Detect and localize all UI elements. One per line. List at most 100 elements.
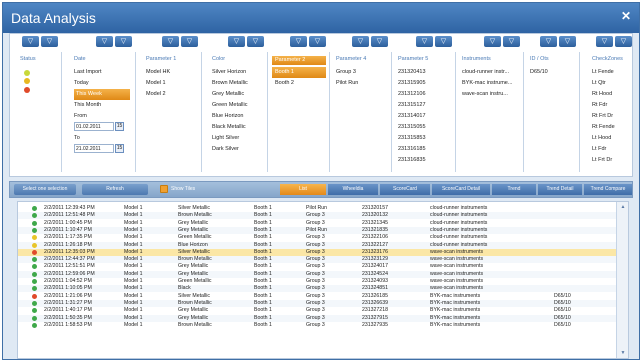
table-row[interactable]: 2/2/2011 1:21:06 PM Model 1 Silver Metalli… — [18, 293, 616, 300]
tab-trend-detail[interactable]: Trend Detail — [538, 184, 582, 195]
param1-item[interactable]: Model 2 — [146, 89, 170, 100]
table-row[interactable]: 2/2/2011 1:00:45 PM Model 1 Grey Metallic B… — [18, 220, 616, 227]
param5-item[interactable]: 231315905 — [398, 78, 426, 89]
param5-item[interactable]: 231314017 — [398, 111, 426, 122]
scroll-up-icon[interactable]: ▲ — [619, 204, 627, 210]
filter-select-icon[interactable]: ▽ — [540, 36, 557, 47]
color-item[interactable]: Blue Horizon — [212, 111, 248, 122]
table-row[interactable]: 2/2/2011 12:35:03 PM Model 1 Silver Metall… — [18, 248, 616, 256]
param2-item[interactable]: Booth 1 — [272, 67, 326, 78]
color-item[interactable]: Dark Silver — [212, 144, 248, 155]
checkzone-item[interactable]: Rt Fende — [592, 122, 615, 133]
vertical-scrollbar[interactable]: ▲ ▼ — [616, 202, 628, 358]
close-icon[interactable]: ✕ — [619, 9, 633, 23]
tab-scorecard[interactable]: ScoreCard — [380, 184, 430, 195]
param1-item[interactable]: Model 1 — [146, 78, 170, 89]
tab-trend[interactable]: Trend — [492, 184, 536, 195]
filter-funnel-icon[interactable]: ▽ — [41, 36, 58, 47]
param5-item[interactable]: 231312106 — [398, 89, 426, 100]
filter-funnel-icon[interactable]: ▽ — [247, 36, 264, 47]
instrument-item[interactable]: wave-scan instru... — [462, 89, 512, 100]
filter-funnel-icon[interactable]: ▽ — [309, 36, 326, 47]
tab-list[interactable]: List — [280, 184, 326, 195]
tab-scorecard-detail[interactable]: ScoreCard Detail — [432, 184, 490, 195]
filter-select-icon[interactable]: ▽ — [352, 36, 369, 47]
refresh-button[interactable]: Refresh — [82, 184, 148, 195]
checkzone-item[interactable]: Lt Fende — [592, 67, 615, 78]
table-row[interactable]: 2/2/2011 1:17:35 PM Model 1 Green Metallic… — [18, 234, 616, 241]
color-item[interactable]: Silver Horizon — [212, 67, 248, 78]
filter-select-icon[interactable]: ▽ — [22, 36, 39, 47]
filter-select-icon[interactable]: ▽ — [228, 36, 245, 47]
checkzone-item[interactable]: Lt Frt Dr — [592, 155, 615, 166]
param5-item[interactable]: 231320413 — [398, 67, 426, 78]
table-row[interactable]: 2/2/2011 1:40:17 PM Model 1 Grey Metallic B… — [18, 307, 616, 314]
table-row[interactable]: 2/2/2011 12:59:06 PM Model 1 Grey Metallic… — [18, 270, 616, 278]
status-dot-green[interactable] — [24, 69, 30, 76]
checkzone-item[interactable]: Lt Qtr — [592, 78, 615, 89]
filter-funnel-icon[interactable]: ▽ — [371, 36, 388, 47]
color-item[interactable]: Grey Metallic — [212, 89, 248, 100]
checkzone-item[interactable]: Lt Fdr — [592, 144, 615, 155]
checkzone-item[interactable]: Rt Fdr — [592, 100, 615, 111]
tab-trend-compare[interactable]: Trend Compare — [584, 184, 632, 195]
filter-select-icon[interactable]: ▽ — [290, 36, 307, 47]
param5-item[interactable]: 231315853 — [398, 133, 426, 144]
table-row[interactable]: 2/2/2011 1:26:18 PM Model 1 Blue Horizon Bo… — [18, 241, 616, 249]
status-dot-red[interactable] — [24, 86, 30, 93]
date-item[interactable]: This Month — [74, 100, 130, 111]
param4-item[interactable]: Group 3 — [336, 67, 358, 78]
color-item[interactable]: Black Metallic — [212, 122, 248, 133]
filter-funnel-icon[interactable]: ▽ — [435, 36, 452, 47]
table-row[interactable]: 2/2/2011 12:44:37 PM Model 1 Brown Metalli… — [18, 256, 616, 264]
show-tiles-checkbox[interactable] — [160, 185, 168, 193]
select-selection-button[interactable]: Select one selection — [14, 184, 76, 195]
to-date-input[interactable]: 21.02.2011 — [74, 144, 114, 154]
instrument-item[interactable]: BYK-mac instrume... — [462, 78, 512, 89]
date-item[interactable]: Last Import — [74, 67, 130, 78]
table-row[interactable]: 2/2/2011 1:10:05 PM Model 1 Black Booth 1 Gr… — [18, 285, 616, 293]
filter-select-icon[interactable]: ▽ — [162, 36, 179, 47]
table-row[interactable]: 2/2/2011 12:51:51 PM Model 1 Grey Metallic… — [18, 263, 616, 270]
filter-funnel-icon[interactable]: ▽ — [503, 36, 520, 47]
param1-item[interactable]: Model HK — [146, 67, 170, 78]
scroll-down-icon[interactable]: ▼ — [619, 350, 627, 356]
filter-select-icon[interactable]: ▽ — [484, 36, 501, 47]
param4-item[interactable]: Pilot Run — [336, 78, 358, 89]
filter-funnel-icon[interactable]: ▽ — [615, 36, 632, 47]
param5-item[interactable]: 231316185 — [398, 144, 426, 155]
table-row[interactable]: 2/2/2011 1:58:53 PM Model 1 Brown Metallic… — [18, 322, 616, 329]
filter-funnel-icon[interactable]: ▽ — [115, 36, 132, 47]
table-row[interactable]: 2/2/2011 1:50:35 PM Model 1 Grey Metallic B… — [18, 314, 616, 322]
checkzone-item[interactable]: Rt Hood — [592, 89, 615, 100]
filter-funnel-icon[interactable]: ▽ — [559, 36, 576, 47]
param5-item[interactable]: 231316835 — [398, 155, 426, 166]
table-row[interactable]: 2/2/2011 1:31:27 PM Model 1 Brown Metallic… — [18, 299, 616, 308]
tab-wheeldia[interactable]: Wheeldia — [328, 184, 378, 195]
param5-item[interactable]: 231315127 — [398, 100, 426, 111]
color-item[interactable]: Brown Metallic — [212, 78, 248, 89]
date-item[interactable]: This Week — [74, 89, 130, 100]
filter-funnel-icon[interactable]: ▽ — [181, 36, 198, 47]
color-item[interactable]: Green Metallic — [212, 100, 248, 111]
status-dot-yellow[interactable] — [24, 78, 30, 84]
param5-item[interactable]: 231315055 — [398, 122, 426, 133]
id-ots-item[interactable]: D65/10 — [530, 67, 548, 78]
instrument-item[interactable]: cloud-runner instr... — [462, 67, 512, 78]
table-row[interactable]: 2/2/2011 1:04:52 PM Model 1 Green Metallic… — [18, 278, 616, 285]
calendar-icon[interactable]: 15 — [115, 122, 124, 132]
table-row[interactable]: 2/2/2011 12:39:43 PM Model 1 Silver Metall… — [18, 205, 616, 212]
date-item[interactable]: Today — [74, 78, 130, 89]
filter-select-icon[interactable]: ▽ — [596, 36, 613, 47]
from-date-input[interactable]: 01.02.2011 — [74, 122, 114, 132]
calendar-icon[interactable]: 15 — [115, 144, 124, 154]
color-item[interactable]: Light Silver — [212, 133, 248, 144]
filter-select-icon[interactable]: ▽ — [96, 36, 113, 47]
date-item[interactable]: From — [74, 111, 130, 122]
checkzone-item[interactable]: Rt Frt Dr — [592, 111, 615, 122]
filter-select-icon[interactable]: ▽ — [416, 36, 433, 47]
table-row[interactable]: 2/2/2011 1:10:47 PM Model 1 Grey Metallic B… — [18, 226, 616, 235]
param2-item[interactable]: Booth 2 — [272, 78, 326, 89]
checkzone-item[interactable]: Lt Hood — [592, 133, 615, 144]
table-row[interactable]: 2/2/2011 12:51:48 PM Model 1 Brown Metalli… — [18, 212, 616, 220]
